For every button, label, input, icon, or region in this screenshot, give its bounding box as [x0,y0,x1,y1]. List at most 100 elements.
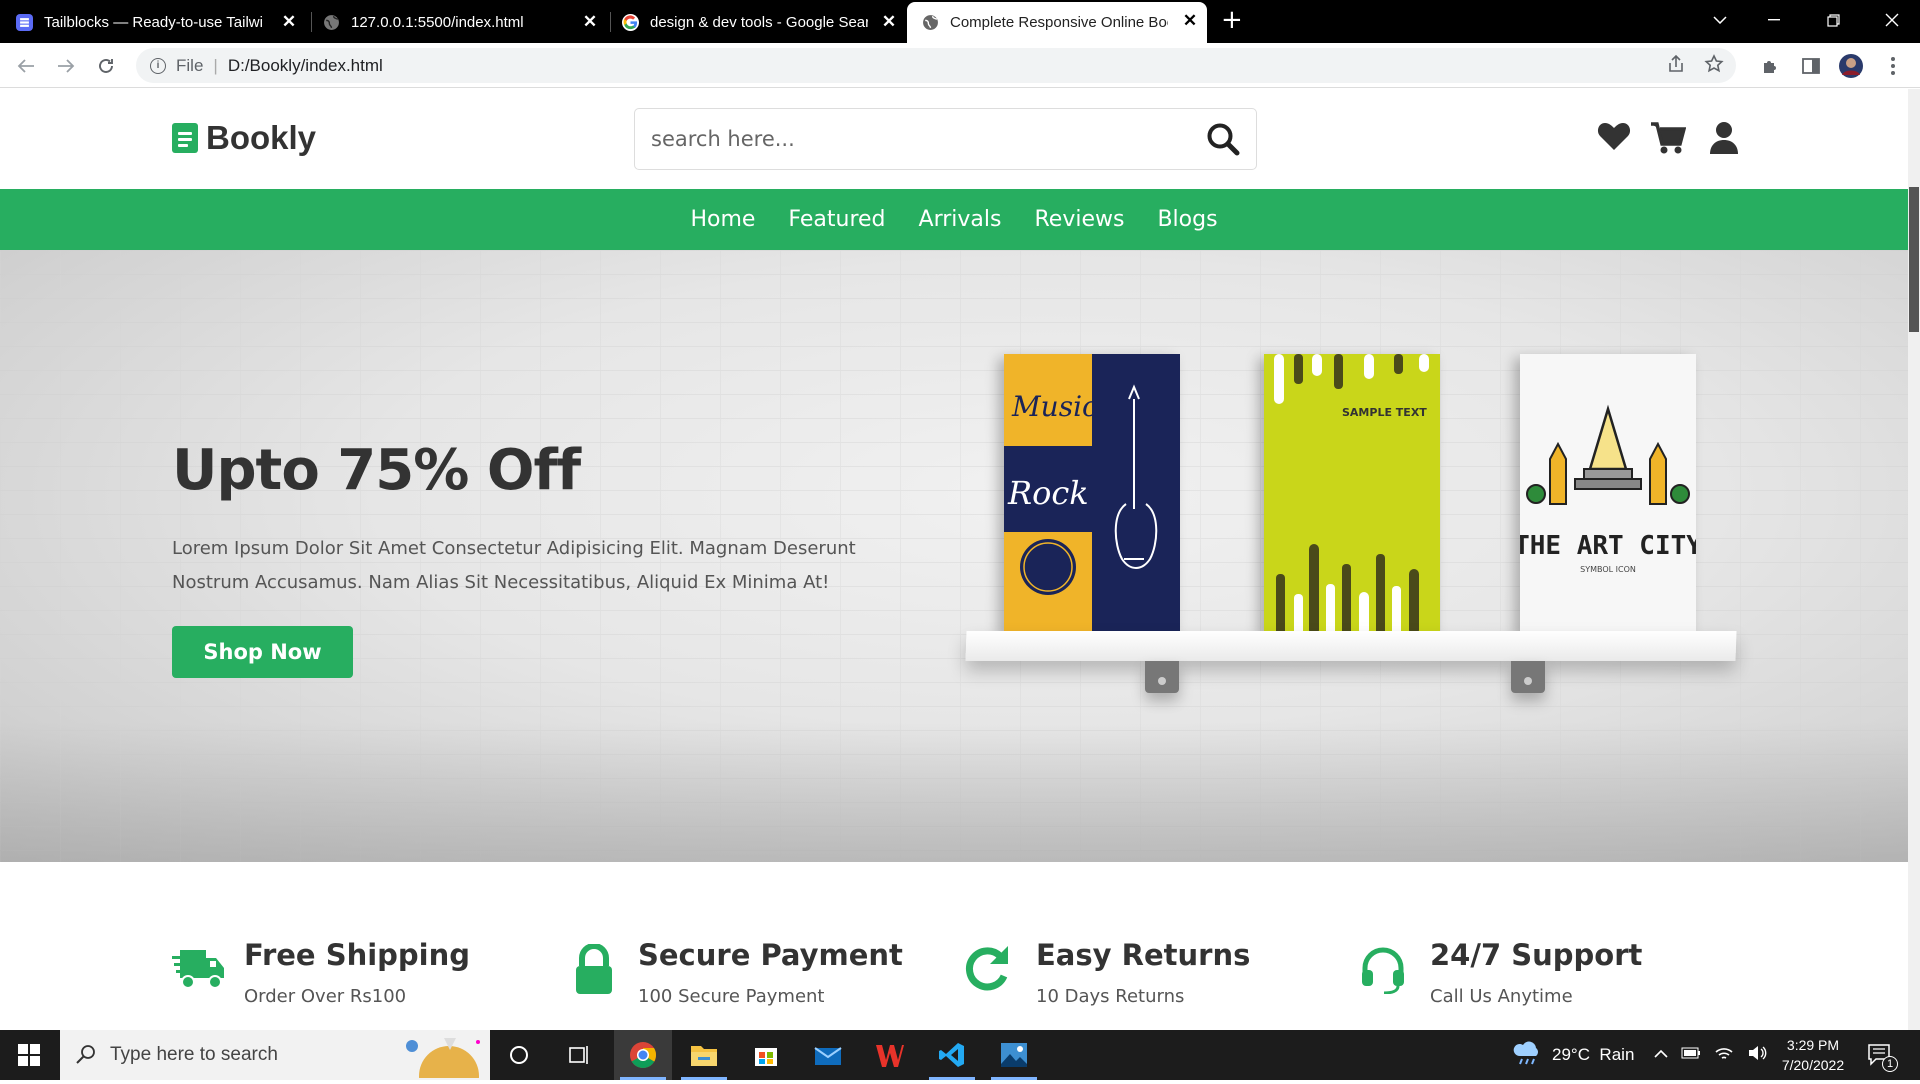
site-logo[interactable]: Bookly [172,119,316,157]
nav-link-blogs[interactable]: Blogs [1157,207,1217,232]
tab-title: Tailblocks — Ready-to-use Tailwi [44,13,263,31]
globe-icon [922,14,939,31]
browser-tab-localhost[interactable]: 127.0.0.1:5500/index.html ✕ [323,3,607,41]
browser-tab-google[interactable]: design & dev tools - Google Sear ✕ [622,3,906,41]
tab-separator [311,12,312,32]
taskbar-search-box[interactable]: Type here to search [60,1030,490,1084]
microsoft-store-icon[interactable] [737,1030,795,1080]
windows-taskbar: Type here to search 29°C Rain 3:29 PM 7/… [0,1030,1920,1084]
address-bar[interactable]: i File | D:/Bookly/index.html [136,48,1736,83]
clock[interactable]: 3:29 PM 7/20/2022 [1768,1030,1858,1080]
search-icon [76,1044,96,1070]
hero-shade [0,722,1908,862]
chevron-up-icon[interactable] [1654,1046,1668,1064]
user-icon[interactable] [1709,121,1739,159]
web-page: Bookly Home Featured Arrivals Reviews Bl… [0,89,1920,1030]
heart-icon[interactable] [1597,121,1631,155]
book-logo-icon [172,123,198,153]
forward-arrow-icon[interactable] [52,52,80,80]
tab-search-chevron-icon[interactable] [1692,0,1748,40]
notification-center-icon[interactable]: 1 [1868,1030,1898,1080]
taskbar-search-placeholder: Type here to search [110,1044,278,1065]
wps-office-icon[interactable] [861,1030,919,1080]
extensions-puzzle-icon[interactable] [1758,53,1784,79]
notification-count-badge: 1 [1882,1056,1898,1072]
logo-text: Bookly [206,119,317,156]
feature-title: Secure Payment [638,938,903,972]
windows-start-icon[interactable] [0,1030,58,1080]
window-close-icon[interactable] [1864,0,1920,40]
features-section: Free Shipping Order Over Rs100 Secure Pa… [0,862,1908,1030]
browser-tab-active[interactable]: Complete Responsive Online Boo ✕ [907,2,1207,43]
chrome-taskbar-icon[interactable] [614,1030,672,1080]
mail-icon[interactable] [799,1030,857,1080]
feature-subtitle: 10 Days Returns [1036,986,1185,1007]
browser-menu-dots-icon[interactable] [1880,53,1906,79]
close-tab-icon[interactable]: ✕ [579,11,601,33]
site-info-icon[interactable]: i [150,57,166,74]
bookmark-star-icon[interactable] [1704,54,1724,79]
nav-link-home[interactable]: Home [690,207,755,232]
battery-icon[interactable] [1681,1046,1701,1064]
close-tab-icon[interactable]: ✕ [1179,10,1201,32]
cart-icon[interactable] [1650,121,1687,159]
hero-description: Lorem Ipsum Dolor Sit Amet Consectetur A… [172,538,856,593]
weather-widget[interactable]: 29°C Rain [1512,1030,1634,1080]
cover-text: Music [1011,390,1098,423]
nav-link-arrivals[interactable]: Arrivals [919,207,1002,232]
volume-icon[interactable] [1747,1044,1767,1067]
close-tab-icon[interactable]: ✕ [278,11,300,33]
browser-tab-tailblocks[interactable]: Tailblocks — Ready-to-use Tailwi ✕ [16,3,306,41]
book-cover-music[interactable]: Music Rock [1004,354,1180,635]
clock-date: 7/20/2022 [1781,1057,1845,1073]
back-arrow-icon[interactable] [12,52,40,80]
site-header: Bookly [0,89,1908,189]
reload-icon[interactable] [92,52,120,80]
tab-title: 127.0.0.1:5500/index.html [351,13,524,31]
shelf-bracket [1145,661,1179,693]
search-icon[interactable] [1206,122,1240,160]
task-view-icon[interactable] [551,1030,609,1080]
hero-banner: Upto 75% Off Lorem Ipsum Dolor Sit Amet … [0,250,1908,862]
url-divider: | [213,55,218,75]
headset-icon [1358,944,1414,1000]
close-tab-icon[interactable]: ✕ [878,11,900,33]
url-text[interactable]: D:/Bookly/index.html [228,56,383,76]
clock-time: 3:29 PM [1786,1037,1840,1053]
nav-link-reviews[interactable]: Reviews [1034,207,1124,232]
photos-app-icon[interactable] [985,1030,1043,1080]
nav-link-featured[interactable]: Featured [788,207,885,232]
tab-separator [610,12,611,32]
globe-icon [323,14,340,31]
search-form [634,108,1257,170]
rain-cloud-icon [1512,1040,1542,1071]
feature-subtitle: Order Over Rs100 [244,986,407,1007]
cover-text: THE ART CITY [1520,531,1696,561]
truck-icon [172,944,228,1000]
shelf-bracket [1511,661,1545,693]
book-cover-sample-text[interactable]: SAMPLE TEXT [1264,354,1440,635]
book-cover-art-city[interactable]: THE ART CITY SYMBOL ICON [1520,354,1696,635]
file-explorer-icon[interactable] [675,1030,733,1080]
search-input[interactable] [651,127,1171,151]
new-tab-plus-icon[interactable]: + [1221,7,1243,33]
vscode-icon[interactable] [923,1030,981,1080]
feature-title: Free Shipping [244,938,471,972]
shop-now-button[interactable]: Shop Now [172,626,353,678]
main-navigation: Home Featured Arrivals Reviews Blogs [0,189,1908,250]
page-scrollbar[interactable] [1908,89,1920,1030]
wifi-icon[interactable] [1714,1044,1734,1067]
profile-avatar[interactable] [1838,53,1864,79]
restore-icon[interactable] [1805,0,1861,40]
system-tray [1654,1030,1767,1080]
scrollbar-thumb[interactable] [1909,187,1919,332]
feature-secure-payment: Secure Payment 100 Secure Payment [566,938,903,1007]
cover-text: SYMBOL ICON [1580,565,1636,574]
minimize-icon[interactable] [1746,0,1802,40]
cortana-icon[interactable] [490,1030,548,1080]
side-panel-icon[interactable] [1798,53,1824,79]
weather-text: 29°C Rain [1552,1045,1635,1064]
google-icon [622,13,639,31]
share-icon[interactable] [1666,54,1686,79]
redo-icon [964,944,1020,1000]
